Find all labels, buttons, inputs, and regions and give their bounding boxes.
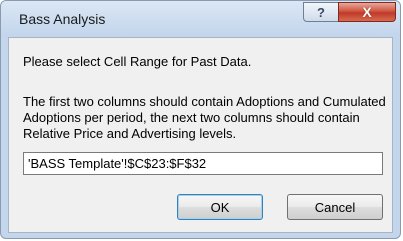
- dialog-body: Please select Cell Range for Past Data. …: [8, 37, 393, 233]
- instructions-text: The first two columns should contain Ado…: [23, 94, 386, 141]
- title-bar[interactable]: Bass Analysis ? X: [1, 1, 400, 37]
- close-icon: X: [362, 4, 372, 20]
- cancel-button[interactable]: Cancel: [287, 194, 383, 220]
- bass-analysis-dialog: Bass Analysis ? X Please select Cell Ran…: [0, 0, 401, 239]
- help-icon: ?: [317, 4, 325, 20]
- close-button[interactable]: X: [338, 2, 396, 22]
- help-button[interactable]: ?: [303, 2, 339, 22]
- window-title: Bass Analysis: [19, 11, 106, 27]
- prompt-text: Please select Cell Range for Past Data.: [23, 54, 252, 69]
- ok-button[interactable]: OK: [177, 194, 263, 220]
- cell-range-input[interactable]: [23, 152, 383, 175]
